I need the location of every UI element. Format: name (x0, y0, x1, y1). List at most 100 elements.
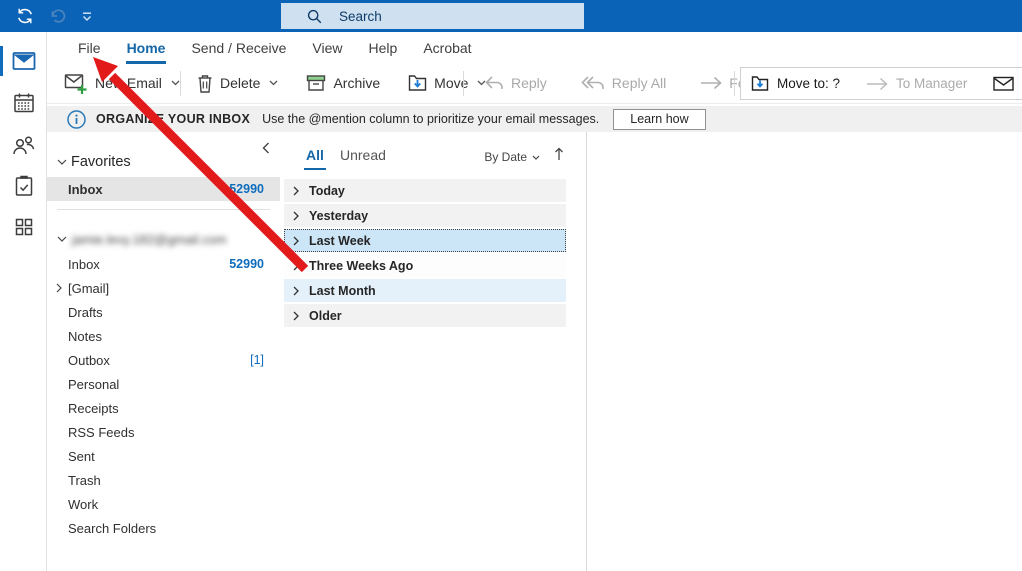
folder-row-notes[interactable]: Notes (47, 324, 280, 348)
folder-name: Receipts (68, 401, 264, 416)
collapse-folder-pane-icon[interactable] (262, 142, 270, 154)
group-label: Three Weeks Ago (309, 259, 413, 273)
quick-step-to-manager[interactable]: To Manager (866, 76, 967, 91)
message-list: All Unread By Date Today Yesterday Last … (280, 132, 586, 571)
folder-row-personal[interactable]: Personal (47, 372, 280, 396)
nav-tasks[interactable] (0, 169, 47, 203)
item-count: [1] (250, 353, 264, 367)
folder-row-rss-feeds[interactable]: RSS Feeds (47, 420, 280, 444)
tip-title: ORGANIZE YOUR INBOX (96, 112, 250, 126)
archive-button[interactable]: Archive (299, 69, 387, 97)
group-row-last-week[interactable]: Last Week (284, 229, 566, 252)
customize-quick-access-icon[interactable] (78, 3, 96, 29)
chevron-down-icon (532, 155, 540, 160)
new-email-icon (64, 72, 88, 94)
chevron-down-icon (57, 236, 67, 243)
folder-name: Trash (68, 473, 264, 488)
move-to-label: Move to: ? (777, 76, 840, 91)
tab-file[interactable]: File (65, 34, 114, 63)
message-groups: Today Yesterday Last Week Three Weeks Ag… (284, 179, 566, 329)
quick-step-team-email[interactable]: Team Email (993, 76, 1022, 91)
search-icon (307, 9, 322, 24)
to-manager-arrow-icon (866, 77, 888, 91)
chevron-right-icon (293, 186, 299, 196)
folder-row-outbox[interactable]: Outbox [1] (47, 348, 280, 372)
tab-view[interactable]: View (299, 34, 355, 63)
reply-all-button[interactable]: Reply All (574, 70, 673, 96)
send-receive-sync-icon[interactable] (12, 3, 38, 29)
folder-row-work[interactable]: Work (47, 492, 280, 516)
group-label: Last Month (309, 284, 376, 298)
quick-step-move-to[interactable]: Move to: ? (751, 75, 840, 92)
folder-name: [Gmail] (68, 281, 264, 296)
undo-icon[interactable] (44, 3, 70, 29)
new-email-label: New Email (95, 75, 162, 91)
tab-acrobat[interactable]: Acrobat (410, 34, 484, 63)
favorites-label: Favorites (71, 154, 131, 170)
group-row-today[interactable]: Today (284, 179, 566, 202)
group-row-three-weeks-ago[interactable]: Three Weeks Ago (284, 254, 566, 277)
group-row-yesterday[interactable]: Yesterday (284, 204, 566, 227)
folder-name: Drafts (68, 305, 264, 320)
reply-all-icon (581, 75, 605, 91)
chevron-right-icon[interactable] (56, 283, 66, 293)
unread-count: 52990 (229, 182, 264, 196)
folder-row-inbox[interactable]: Inbox 52990 (47, 252, 280, 276)
reply-button[interactable]: Reply (477, 70, 554, 96)
app-rail (0, 32, 47, 571)
new-email-button[interactable]: New Email (57, 67, 187, 99)
folder-row-search-folders[interactable]: Search Folders (47, 516, 280, 540)
folder-row-trash[interactable]: Trash (47, 468, 280, 492)
tab-help[interactable]: Help (356, 34, 411, 63)
folder-row-sent[interactable]: Sent (47, 444, 280, 468)
favorites-header[interactable]: Favorites (57, 154, 131, 170)
tasks-icon (14, 175, 34, 197)
chevron-down-icon (171, 80, 180, 86)
chevron-right-icon (293, 311, 299, 321)
filter-unread[interactable]: Unread (340, 147, 386, 163)
folder-name: Inbox (68, 257, 229, 272)
ribbon-separator (463, 71, 464, 96)
tip-message: Use the @mention column to prioritize yo… (262, 112, 599, 126)
chevron-right-icon (293, 211, 299, 221)
favorite-inbox-row[interactable]: Inbox 52990 (47, 177, 280, 201)
group-label: Yesterday (309, 209, 368, 223)
chevron-right-icon (293, 286, 299, 296)
move-to-folder-icon (751, 75, 769, 92)
group-row-last-month[interactable]: Last Month (284, 279, 566, 302)
ribbon-tab-bar: File Home Send / Receive View Help Acrob… (47, 32, 1022, 64)
archive-label: Archive (333, 75, 380, 91)
nav-people[interactable] (0, 128, 47, 162)
search-input[interactable]: Search (281, 3, 584, 29)
move-folder-icon (408, 74, 427, 92)
learn-how-button[interactable]: Learn how (613, 109, 705, 130)
tab-home[interactable]: Home (114, 34, 179, 63)
folder-name: Sent (68, 449, 264, 464)
folder-row-drafts[interactable]: Drafts (47, 300, 280, 324)
filter-all[interactable]: All (306, 147, 324, 163)
delete-label: Delete (220, 75, 260, 91)
tab-send-receive[interactable]: Send / Receive (178, 34, 299, 63)
folder-row-gmail[interactable]: [Gmail] (47, 276, 280, 300)
sort-direction-icon[interactable] (554, 147, 564, 161)
folder-name: Notes (68, 329, 264, 344)
quick-steps-gallery: Move to: ? To Manager Team Email (740, 67, 1022, 100)
account-header[interactable]: jamie.levy.182@gmail.com (57, 232, 227, 247)
reply-icon (484, 75, 504, 91)
archive-icon (306, 74, 326, 92)
group-label: Older (309, 309, 342, 323)
nav-mail[interactable] (0, 44, 47, 78)
chevron-right-icon (293, 236, 299, 246)
nav-more-apps[interactable] (0, 210, 47, 244)
unread-count: 52990 (229, 257, 264, 271)
chevron-down-icon (269, 80, 278, 86)
group-label: Today (309, 184, 345, 198)
folder-row-receipts[interactable]: Receipts (47, 396, 280, 420)
delete-button[interactable]: Delete (190, 69, 285, 98)
nav-calendar[interactable] (0, 86, 47, 120)
apps-grid-icon (14, 217, 34, 237)
sort-by-dropdown[interactable]: By Date (484, 150, 540, 164)
group-row-older[interactable]: Older (284, 304, 566, 327)
divider (57, 209, 270, 210)
mail-icon (12, 51, 36, 71)
